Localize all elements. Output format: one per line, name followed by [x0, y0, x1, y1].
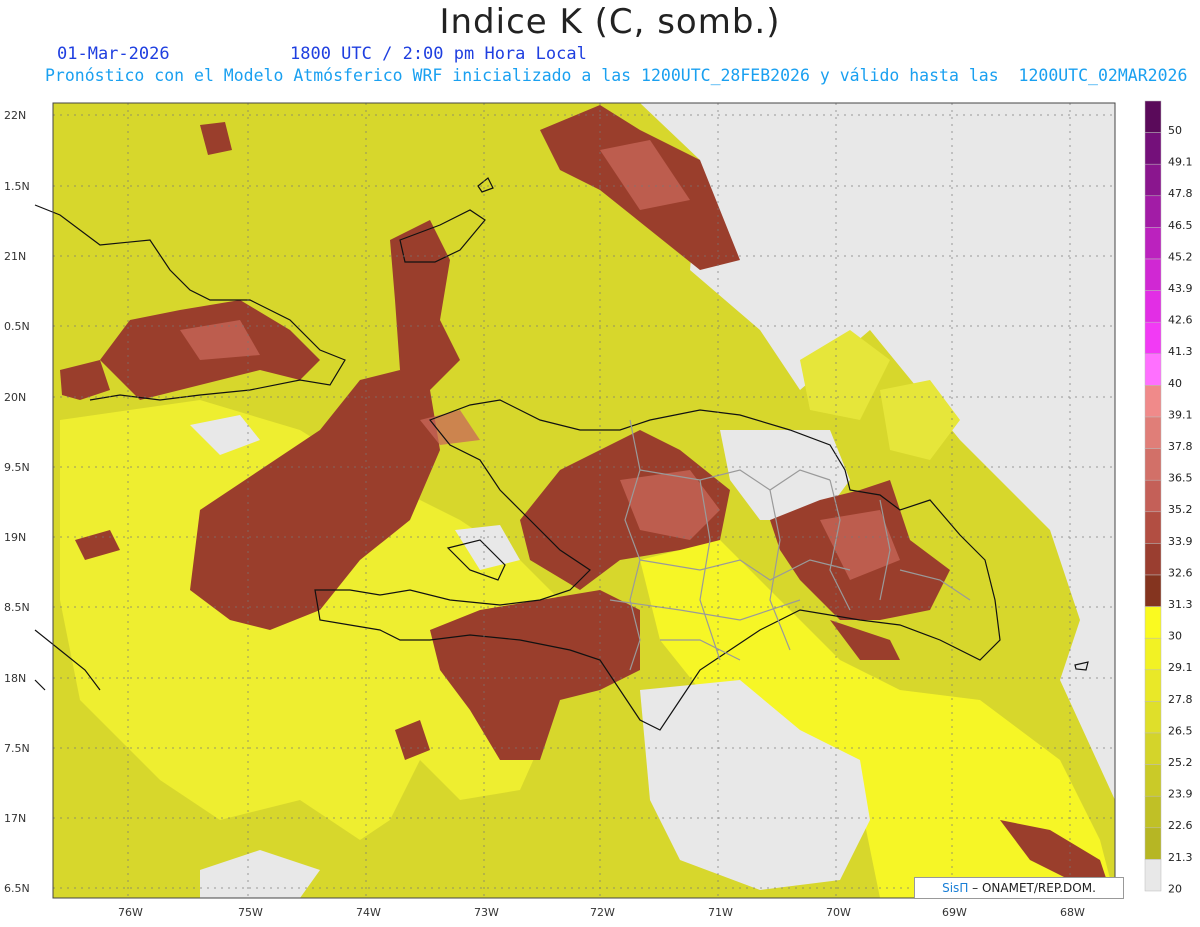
latitude-axis: 22N 1.5N 21N 0.5N 20N 9.5N 19N 8.5N 18N … [4, 109, 30, 895]
colorbar-label: 33.9 [1168, 535, 1193, 548]
lon-label: 74W [356, 906, 381, 919]
colorbar-swatch [1144, 637, 1162, 671]
colorbar-swatch [1144, 195, 1162, 228]
colorbar-label: 47.8 [1168, 187, 1193, 200]
credit-text: – ONAMET/REP.DOM. [972, 881, 1096, 895]
colorbar-swatch [1144, 227, 1162, 260]
colorbar-label: 31.3 [1168, 598, 1193, 611]
colorbar-swatch [1144, 353, 1162, 386]
lon-label: 76W [118, 906, 143, 919]
lat-label: 8.5N [4, 601, 30, 614]
colorbar-swatch [1144, 859, 1162, 892]
lat-label: 17N [4, 812, 26, 825]
colorbar-label: 25.2 [1168, 756, 1193, 769]
colorbar-swatch [1144, 258, 1162, 291]
lat-label: 6.5N [4, 882, 30, 895]
colorbar-label: 39.1 [1168, 408, 1193, 421]
colorbar-label: 46.5 [1168, 219, 1193, 232]
colorbar-label: 41.3 [1168, 345, 1193, 358]
lat-label: 9.5N [4, 461, 30, 474]
k-index-map: 22N 1.5N 21N 0.5N 20N 9.5N 19N 8.5N 18N … [4, 100, 1193, 919]
colorbar-swatch [1144, 479, 1162, 513]
colorbar-swatch [1144, 827, 1162, 860]
colorbar-label: 20 [1168, 882, 1182, 895]
lon-label: 71W [708, 906, 733, 919]
colorbar-label: 32.6 [1168, 566, 1193, 579]
colorbar-swatch [1144, 132, 1162, 165]
colorbar-label: 42.6 [1168, 314, 1193, 327]
lat-label: 21N [4, 250, 26, 263]
longitude-axis: 76W 75W 74W 73W 72W 71W 70W 69W 68W [118, 906, 1085, 919]
lon-label: 73W [474, 906, 499, 919]
lat-label: 19N [4, 531, 26, 544]
credit-box: SisΠ – ONAMET/REP.DOM. [914, 877, 1124, 899]
colorbar-label: 23.9 [1168, 788, 1193, 801]
colorbar-label: 27.8 [1168, 693, 1193, 706]
colorbar-label: 29.1 [1168, 661, 1193, 674]
colorbar-swatch [1144, 290, 1162, 323]
lon-label: 75W [238, 906, 263, 919]
colorbar-swatch [1144, 701, 1162, 734]
colorbar-label: 26.5 [1168, 724, 1193, 737]
colorbar-label: 49.1 [1168, 156, 1193, 169]
colorbar-label: 36.5 [1168, 472, 1193, 485]
colorbar-swatch [1144, 321, 1162, 355]
colorbar-label: 35.2 [1168, 503, 1193, 516]
colorbar-swatch [1144, 795, 1162, 829]
colorbar-swatch [1144, 606, 1162, 639]
colorbar: 50 49.1 47.8 46.5 45.2 43.9 42.6 41.3 40 39.1 37.8… [1144, 100, 1193, 895]
colorbar-swatch [1144, 416, 1162, 449]
credit-brand: SisΠ [942, 881, 969, 895]
lat-label: 7.5N [4, 742, 30, 755]
colorbar-label: 43.9 [1168, 282, 1193, 295]
lat-label: 20N [4, 391, 26, 404]
colorbar-label: 21.3 [1168, 851, 1193, 864]
colorbar-swatch [1144, 448, 1162, 481]
lon-label: 70W [826, 906, 851, 919]
colorbar-swatch [1144, 764, 1162, 797]
colorbar-swatch [1144, 511, 1162, 544]
colorbar-swatch [1144, 574, 1162, 607]
colorbar-swatch [1144, 385, 1162, 418]
colorbar-swatch [1144, 163, 1162, 197]
colorbar-label: 45.2 [1168, 250, 1193, 263]
colorbar-label: 50 [1168, 124, 1182, 137]
lon-label: 72W [590, 906, 615, 919]
lon-label: 68W [1060, 906, 1085, 919]
lon-label: 69W [942, 906, 967, 919]
lat-label: 18N [4, 672, 26, 685]
lat-label: 1.5N [4, 180, 30, 193]
lat-label: 0.5N [4, 320, 30, 333]
colorbar-label: 37.8 [1168, 440, 1193, 453]
colorbar-swatch [1144, 100, 1162, 133]
colorbar-label: 30 [1168, 630, 1182, 643]
colorbar-label: 22.6 [1168, 819, 1193, 832]
colorbar-swatch [1144, 543, 1162, 576]
colorbar-swatch [1144, 732, 1162, 765]
colorbar-swatch [1144, 669, 1162, 702]
lat-label: 22N [4, 109, 26, 122]
colorbar-label: 40 [1168, 377, 1182, 390]
